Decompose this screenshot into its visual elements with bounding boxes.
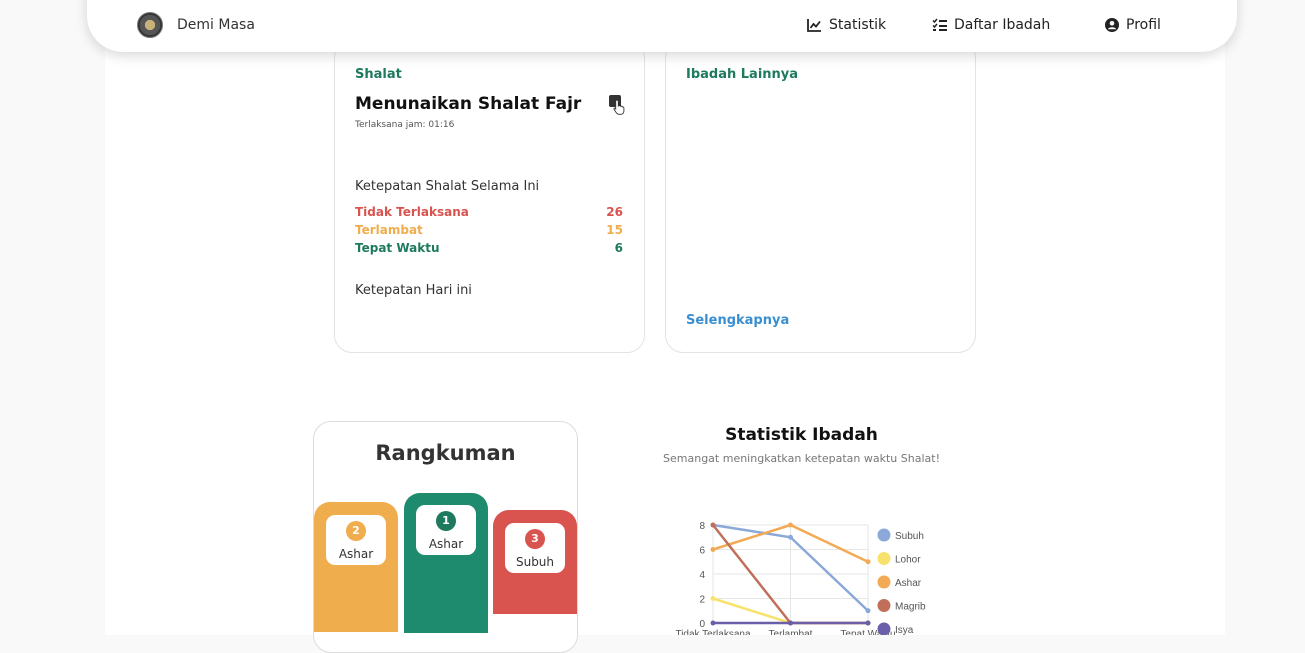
data-point xyxy=(865,559,871,565)
navbar: Demi Masa Statistik Daftar Ibadah Profil xyxy=(87,0,1237,52)
legend-swatch xyxy=(877,575,891,589)
legend-swatch xyxy=(877,622,891,635)
stat-value: 6 xyxy=(614,241,623,255)
podium-card: 3 Subuh xyxy=(505,523,565,573)
rank-badge: 2 xyxy=(346,521,366,541)
stat-row-tepat-waktu: Tepat Waktu 6 xyxy=(355,241,623,255)
stat-label: Tepat Waktu xyxy=(355,241,440,255)
legend-label: Ashar xyxy=(895,578,922,589)
y-tick-label: 6 xyxy=(699,546,705,557)
nav-daftar-ibadah[interactable]: Daftar Ibadah xyxy=(932,17,1050,33)
podium-rank-3: 3 Subuh xyxy=(493,510,577,614)
data-point xyxy=(710,596,716,601)
podium-prayer-name: Subuh xyxy=(515,555,555,569)
statistik-line-chart: 02468Tidak Terlaksana Terlambat Tepat Wakt… xyxy=(675,521,926,635)
shalat-card: Shalat Menunaikan Shalat Fajr Terlaksana… xyxy=(334,40,645,353)
data-point xyxy=(865,620,871,626)
data-point xyxy=(865,608,871,614)
y-tick-label: 4 xyxy=(699,570,705,581)
y-tick-label: 2 xyxy=(699,595,705,606)
nav-label: Daftar Ibadah xyxy=(954,17,1051,33)
nav-label: Statistik xyxy=(829,17,887,33)
ibadah-lainnya-card: Ibadah Lainnya Selengkapnya xyxy=(665,40,976,353)
data-point xyxy=(788,522,793,528)
podium-rank-1: 1 Ashar xyxy=(404,493,488,633)
stat-value: 15 xyxy=(606,223,623,237)
x-tick-label: Terlambat xyxy=(769,629,813,635)
stat-value: 26 xyxy=(606,205,623,219)
data-point xyxy=(710,547,716,552)
nav-label: Profil xyxy=(1126,17,1161,33)
stat-label: Tidak Terlaksana xyxy=(355,205,469,219)
today-heading: Ketepatan Hari ini xyxy=(355,283,472,298)
task-title: Menunaikan Shalat Fajr xyxy=(355,94,582,114)
selengkapnya-link[interactable]: Selengkapnya xyxy=(686,313,789,328)
section-label: Ibadah Lainnya xyxy=(686,67,799,82)
legend-label: Isya xyxy=(895,625,914,635)
legend-label: Subuh xyxy=(895,531,924,542)
nav-statistik[interactable]: Statistik xyxy=(807,17,886,33)
chart-title: Statistik Ibadah xyxy=(725,425,878,445)
stat-row-terlambat: Terlambat 15 xyxy=(355,223,623,237)
section-label: Shalat xyxy=(355,67,402,82)
nav-profil[interactable]: Profil xyxy=(1105,17,1161,33)
legend-swatch xyxy=(877,552,891,565)
x-tick-label: Tidak Terlaksana xyxy=(675,629,750,635)
chart-subtitle: Semangat meningkatkan ketepatan waktu Sh… xyxy=(663,452,940,465)
legend-label: Magrib xyxy=(895,602,926,613)
data-point xyxy=(788,534,793,540)
stat-row-tidak-terlaksana: Tidak Terlaksana 26 xyxy=(355,205,623,219)
podium-rank-2: 2 Ashar xyxy=(314,502,398,632)
hand-cursor-icon xyxy=(613,99,625,115)
checklist-icon xyxy=(932,18,947,31)
data-point xyxy=(710,522,716,528)
user-circle-icon xyxy=(1105,18,1119,32)
rangkuman-card: Rangkuman 2 Ashar 1 Ashar 3 Subuh xyxy=(313,421,578,653)
rangkuman-title: Rangkuman xyxy=(375,441,516,465)
podium-card: 1 Ashar xyxy=(416,505,476,555)
podium-prayer-name: Ashar xyxy=(338,547,374,561)
rank-badge: 3 xyxy=(525,529,545,549)
y-tick-label: 8 xyxy=(699,521,705,532)
legend-label: Lohor xyxy=(895,555,921,566)
legend-swatch xyxy=(877,528,891,542)
chart-line-icon xyxy=(807,19,821,32)
summary-heading: Ketepatan Shalat Selama Ini xyxy=(355,179,540,194)
podium-card: 2 Ashar xyxy=(326,515,386,565)
stat-label: Terlambat xyxy=(355,223,423,237)
task-time: Terlaksana jam: 01:16 xyxy=(355,120,455,130)
data-point xyxy=(710,620,716,626)
app-logo[interactable] xyxy=(137,12,163,38)
rank-badge: 1 xyxy=(436,511,456,531)
brand-name[interactable]: Demi Masa xyxy=(177,17,255,33)
legend-swatch xyxy=(877,599,891,612)
data-point xyxy=(788,620,793,626)
podium-prayer-name: Ashar xyxy=(428,537,464,551)
